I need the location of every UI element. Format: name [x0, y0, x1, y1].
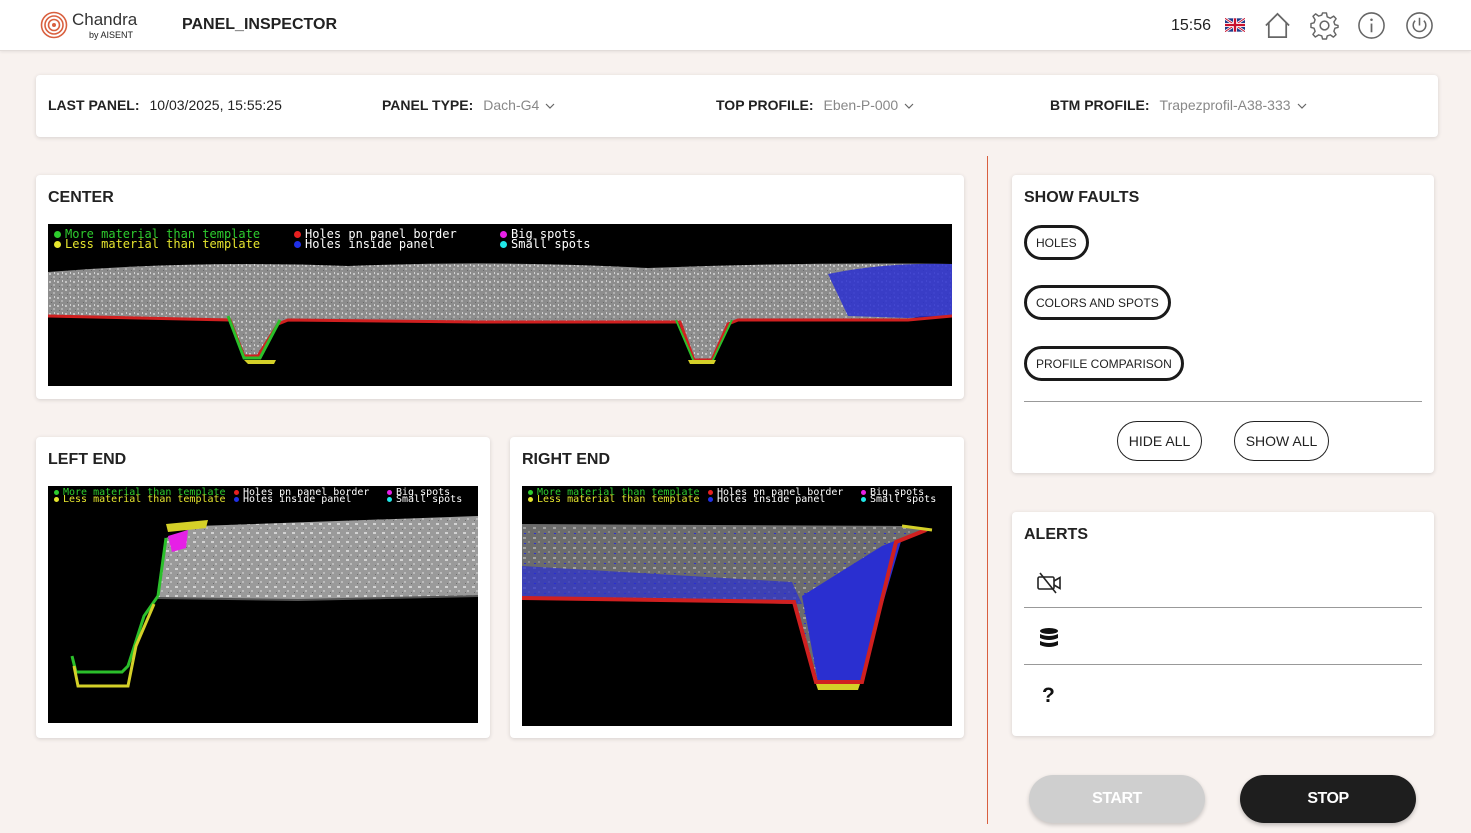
legend-dot-holes-border	[234, 489, 239, 495]
panel-type-select[interactable]: Dach-G4	[483, 97, 555, 113]
top-profile-value: Eben-P-000	[823, 97, 899, 113]
legend-holes-inside-label: Holes inside panel	[305, 237, 436, 251]
legend-dot-more	[54, 231, 61, 238]
alerts-card: ALERTS	[1012, 512, 1434, 736]
chevron-down-icon	[1297, 103, 1306, 110]
right-end-camera-title: RIGHT END	[522, 451, 610, 468]
last-panel-value: 10/03/2025, 15:55:25	[149, 97, 282, 113]
last-panel-label: LAST PANEL:	[48, 97, 140, 113]
right-end-camera-image: More material than template Less materia…	[522, 486, 952, 726]
legend-less-label: Less material than template	[537, 494, 700, 505]
home-icon[interactable]	[1263, 11, 1292, 40]
holes-toggle[interactable]: HOLES	[1024, 225, 1089, 260]
center-camera-title: CENTER	[48, 189, 114, 206]
chevron-down-icon	[904, 103, 914, 110]
legend-dot-less	[528, 496, 533, 502]
legend-dot-more	[528, 489, 533, 495]
left-end-camera-card: LEFT END More material than template Les…	[36, 437, 490, 738]
legend-dot-holes-inside	[708, 496, 713, 502]
left-end-camera-title: LEFT END	[48, 451, 127, 468]
left-end-camera-image: More material than template Less materia…	[48, 486, 478, 723]
alerts-divider	[1024, 607, 1422, 608]
right-profile-render	[522, 524, 933, 690]
brand-name: Chandra	[72, 10, 138, 29]
gear-icon[interactable]	[1310, 11, 1339, 40]
legend-dot-small-spots	[500, 241, 507, 248]
top-profile-label: TOP PROFILE:	[716, 97, 814, 113]
legend-less-label: Less material than template	[65, 237, 261, 251]
btm-profile: BTM PROFILE: Trapezprofil-A38-333	[1050, 97, 1307, 113]
top-bar: Chandra by AISENT PANEL_INSPECTOR 15:56	[0, 0, 1471, 51]
question-icon: ?	[1042, 684, 1055, 707]
start-button[interactable]: START	[1029, 775, 1205, 823]
panel-type-value: Dach-G4	[483, 97, 540, 113]
center-camera-image: More material than template Less materia…	[48, 224, 952, 386]
legend-dot-less	[54, 241, 61, 248]
legend-material: More material than template Less materia…	[54, 228, 294, 251]
top-profile: TOP PROFILE: Eben-P-000	[716, 97, 914, 113]
camera-off-icon	[1037, 572, 1061, 594]
legend-dot-big-spots	[500, 231, 507, 238]
database-icon	[1040, 628, 1058, 647]
profile-comparison-toggle[interactable]: PROFILE COMPARISON	[1024, 346, 1184, 381]
stop-button[interactable]: STOP	[1240, 775, 1416, 823]
btm-profile-label: BTM PROFILE:	[1050, 97, 1150, 113]
panel-type: PANEL TYPE: Dach-G4	[382, 97, 555, 113]
legend-dot-small-spots	[387, 496, 392, 502]
legend-dot-less	[54, 496, 59, 502]
legend-small-spots-label: Small spots	[870, 494, 937, 505]
colors-spots-toggle[interactable]: COLORS AND SPOTS	[1024, 285, 1171, 320]
legend-dot-big-spots	[387, 489, 392, 495]
legend-small-spots-label: Small spots	[511, 237, 591, 251]
btm-profile-select[interactable]: Trapezprofil-A38-333	[1160, 97, 1307, 113]
right-end-camera-card: RIGHT END More material than template Le…	[510, 437, 964, 738]
last-panel: LAST PANEL: 10/03/2025, 15:55:25	[48, 97, 282, 113]
alerts-divider	[1024, 664, 1422, 665]
info-icon[interactable]	[1357, 11, 1386, 40]
legend-dot-big-spots	[861, 489, 866, 495]
brand-logo: Chandra by AISENT	[40, 10, 150, 42]
section-divider	[987, 156, 988, 824]
brand-logo-icon	[40, 11, 68, 39]
legend-dot-small-spots	[861, 496, 866, 502]
faults-divider	[1024, 401, 1422, 402]
legend-dot-holes-border	[708, 489, 713, 495]
hide-all-button[interactable]: HIDE ALL	[1117, 421, 1202, 461]
app-title: PANEL_INSPECTOR	[182, 16, 337, 33]
legend-holes-inside-label: Holes inside panel	[243, 494, 352, 505]
clock: 15:56	[1171, 17, 1212, 34]
legend-dot-holes-border	[294, 231, 301, 238]
uk-flag-icon[interactable]	[1225, 18, 1245, 32]
show-all-button[interactable]: SHOW ALL	[1234, 421, 1329, 461]
alerts-title: ALERTS	[1024, 526, 1088, 543]
brand-subtitle: by AISENT	[89, 30, 134, 40]
top-profile-select[interactable]: Eben-P-000	[824, 97, 915, 113]
panel-type-label: PANEL TYPE:	[382, 97, 474, 113]
legend-holes: Holes pn panel border Holes inside panel	[294, 228, 494, 251]
center-camera-card: CENTER More material than template Less …	[36, 175, 964, 399]
btm-profile-value: Trapezprofil-A38-333	[1159, 97, 1291, 113]
legend-spots: Big spots Small spots	[500, 228, 620, 251]
legend-holes-inside-label: Holes inside panel	[717, 494, 826, 505]
legend-small-spots-label: Small spots	[396, 494, 463, 505]
show-faults-title: SHOW FAULTS	[1024, 189, 1140, 206]
legend-dot-holes-inside	[294, 241, 301, 248]
legend-dot-more	[54, 489, 59, 495]
chevron-down-icon	[545, 103, 555, 110]
left-profile-render	[70, 516, 478, 688]
legend-dot-holes-inside	[234, 496, 239, 502]
power-icon[interactable]	[1405, 11, 1434, 40]
legend-less-label: Less material than template	[63, 494, 226, 505]
panel-info-bar: LAST PANEL: 10/03/2025, 15:55:25 PANEL TY…	[36, 75, 1438, 137]
show-faults-card: SHOW FAULTS HOLES COLORS AND SPOTS PROFI…	[1012, 175, 1434, 473]
